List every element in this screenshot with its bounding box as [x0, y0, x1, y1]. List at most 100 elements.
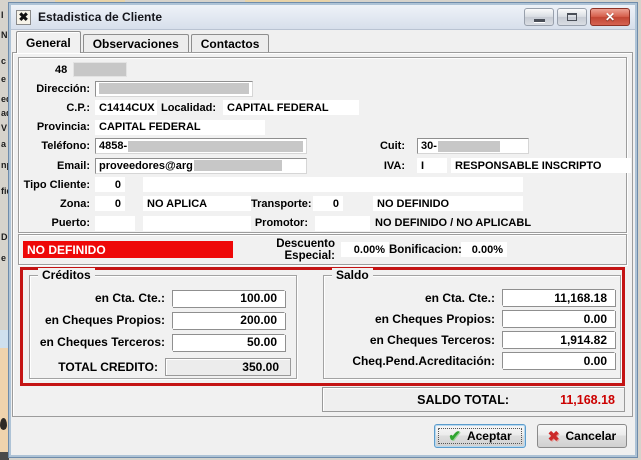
maximize-button[interactable]	[557, 8, 587, 26]
bg-text-fragment: D	[1, 232, 8, 242]
total-credito-row: TOTAL CREDITO: 350.00	[30, 356, 296, 378]
saldo-group: Saldo en Cta. Cte.: 11,168.18 en Cheques…	[323, 275, 621, 379]
tab-strip: General Observaciones Contactos	[16, 31, 271, 53]
aceptar-label: Aceptar	[467, 429, 512, 443]
cancelar-label: Cancelar	[566, 429, 617, 443]
titlebar[interactable]: ✖ Estadistica de Cliente ✕	[11, 5, 635, 30]
email-field[interactable]: proveedores@arg	[95, 158, 307, 174]
client-info-group: 48 Dirección: C.P.: C1414CUX Localidad: …	[18, 57, 627, 233]
saldo-row-label: en Cheques Terceros:	[324, 333, 502, 347]
bg-text-fragment: N	[1, 30, 8, 40]
zona-field[interactable]: 0	[95, 196, 125, 211]
bg-patch	[0, 452, 9, 460]
descuento-label: Descuento Especial:	[233, 238, 339, 262]
bg-patch	[0, 418, 7, 430]
credit-row-label: en Cheques Propios:	[30, 313, 172, 327]
redaction	[99, 83, 249, 94]
saldo-row: en Cheques Propios: 0.00	[324, 308, 620, 329]
tab-general[interactable]: General	[16, 31, 81, 53]
credit-row: en Cta. Cte.: 100.00	[30, 287, 296, 309]
maximize-icon	[567, 13, 577, 21]
background-window-strip: I N c e ed ad V a np fid D e	[0, 0, 9, 460]
saldo-total-label: SALDO TOTAL:	[417, 393, 509, 407]
tipo-cliente-field[interactable]: 0	[95, 177, 125, 192]
saldo-total-panel: SALDO TOTAL: 11,168.18	[322, 387, 625, 412]
bg-text-fragment: e	[1, 253, 6, 263]
creditos-legend: Créditos	[38, 268, 95, 282]
bg-text-fragment: I	[1, 10, 4, 20]
creditos-group: Créditos en Cta. Cte.: 100.00 en Cheques…	[29, 275, 297, 379]
cp-field[interactable]: C1414CUX	[95, 100, 157, 115]
bg-patch	[0, 330, 9, 348]
app-icon: ✖	[16, 10, 31, 25]
bonificacion-field[interactable]: 0.00%	[461, 242, 507, 257]
zona-label: Zona:	[21, 198, 95, 210]
iva-code-field[interactable]: I	[417, 158, 447, 173]
bg-patch	[0, 348, 9, 452]
minimize-icon	[534, 19, 545, 22]
provincia-label: Provincia:	[21, 121, 95, 133]
saldo-row: en Cta. Cte.: 11,168.18	[324, 287, 620, 308]
redaction	[438, 141, 500, 152]
saldo-row-label: en Cta. Cte.:	[324, 291, 502, 305]
transporte-desc-field[interactable]: NO DEFINIDO	[373, 196, 523, 211]
iva-desc-field[interactable]: RESPONSABLE INSCRIPTO	[451, 158, 631, 173]
client-name-field-redacted[interactable]	[73, 62, 127, 77]
telefono-field[interactable]: 4858-	[95, 138, 307, 154]
saldo-cheques-propios-field[interactable]: 0.00	[502, 310, 615, 327]
client-code: 48	[55, 64, 67, 76]
close-icon: ✕	[605, 10, 615, 24]
tipo-cliente-desc-field[interactable]	[143, 177, 523, 192]
bg-text-fragment: V	[1, 123, 7, 133]
puerto-field[interactable]	[95, 216, 135, 231]
saldo-cheq-pend-field[interactable]: 0.00	[502, 352, 615, 369]
tab-observaciones[interactable]: Observaciones	[83, 34, 189, 53]
credit-cheques-terceros-field[interactable]: 50.00	[172, 334, 285, 351]
screen: I N c e ed ad V a np fid D e ✖ Estadisti…	[0, 0, 641, 460]
tab-contactos[interactable]: Contactos	[191, 34, 270, 53]
direccion-field[interactable]	[95, 81, 253, 97]
credits-saldo-panel: Créditos en Cta. Cte.: 100.00 en Cheques…	[20, 267, 625, 386]
credit-row-label: en Cheques Terceros:	[30, 335, 172, 349]
promotor-field[interactable]	[315, 216, 370, 231]
saldo-cheques-terceros-field[interactable]: 1,914.82	[502, 331, 615, 348]
status-banner: NO DEFINIDO	[23, 241, 233, 258]
cuit-field[interactable]: 30-	[417, 138, 529, 154]
redaction	[128, 141, 303, 152]
redaction	[194, 160, 282, 171]
provincia-field[interactable]: CAPITAL FEDERAL	[95, 120, 265, 135]
localidad-field[interactable]: CAPITAL FEDERAL	[223, 100, 359, 115]
aceptar-button[interactable]: ✔ Aceptar	[434, 424, 526, 448]
credit-row: en Cheques Propios: 200.00	[30, 309, 296, 331]
saldo-cta-cte-field[interactable]: 11,168.18	[502, 289, 615, 306]
cp-label: C.P.:	[21, 102, 95, 114]
promotor-desc: NO DEFINIDO / NO APLICABL	[375, 217, 531, 229]
puerto-desc-field[interactable]	[143, 216, 251, 231]
saldo-total-value: 11,168.18	[543, 393, 615, 407]
zona-desc-field[interactable]: NO APLICA	[143, 196, 251, 211]
cancelar-button[interactable]: ✖ Cancelar	[537, 424, 627, 448]
credit-cheques-propios-field[interactable]: 200.00	[172, 312, 285, 329]
total-credito-label: TOTAL CREDITO:	[30, 360, 165, 374]
saldo-legend: Saldo	[332, 268, 373, 282]
window-title: Estadistica de Cliente	[38, 10, 162, 24]
bg-text-fragment: c	[1, 56, 6, 66]
promotor-label: Promotor:	[253, 217, 313, 229]
cuit-label: Cuit:	[307, 140, 411, 152]
bg-text-fragment: a	[1, 139, 6, 149]
tab-page-general: 48 Dirección: C.P.: C1414CUX Localidad: …	[12, 52, 633, 417]
check-icon: ✔	[448, 429, 461, 444]
descuento-field[interactable]: 0.00%	[341, 242, 389, 257]
puerto-label: Puerto:	[21, 217, 95, 229]
minimize-button[interactable]	[524, 8, 554, 26]
credit-cta-cte-field[interactable]: 100.00	[172, 290, 285, 307]
direccion-label: Dirección:	[21, 83, 95, 95]
dialog-estadistica-de-cliente: ✖ Estadistica de Cliente ✕ General Obser…	[9, 3, 637, 457]
telefono-label: Teléfono:	[21, 140, 95, 152]
transporte-field[interactable]: 0	[313, 196, 343, 211]
saldo-row-label: Cheq.Pend.Acreditación:	[324, 354, 502, 368]
saldo-row: Cheq.Pend.Acreditación: 0.00	[324, 350, 620, 371]
credit-row: en Cheques Terceros: 50.00	[30, 331, 296, 353]
close-button[interactable]: ✕	[590, 8, 630, 26]
credit-row-label: en Cta. Cte.:	[30, 291, 172, 305]
